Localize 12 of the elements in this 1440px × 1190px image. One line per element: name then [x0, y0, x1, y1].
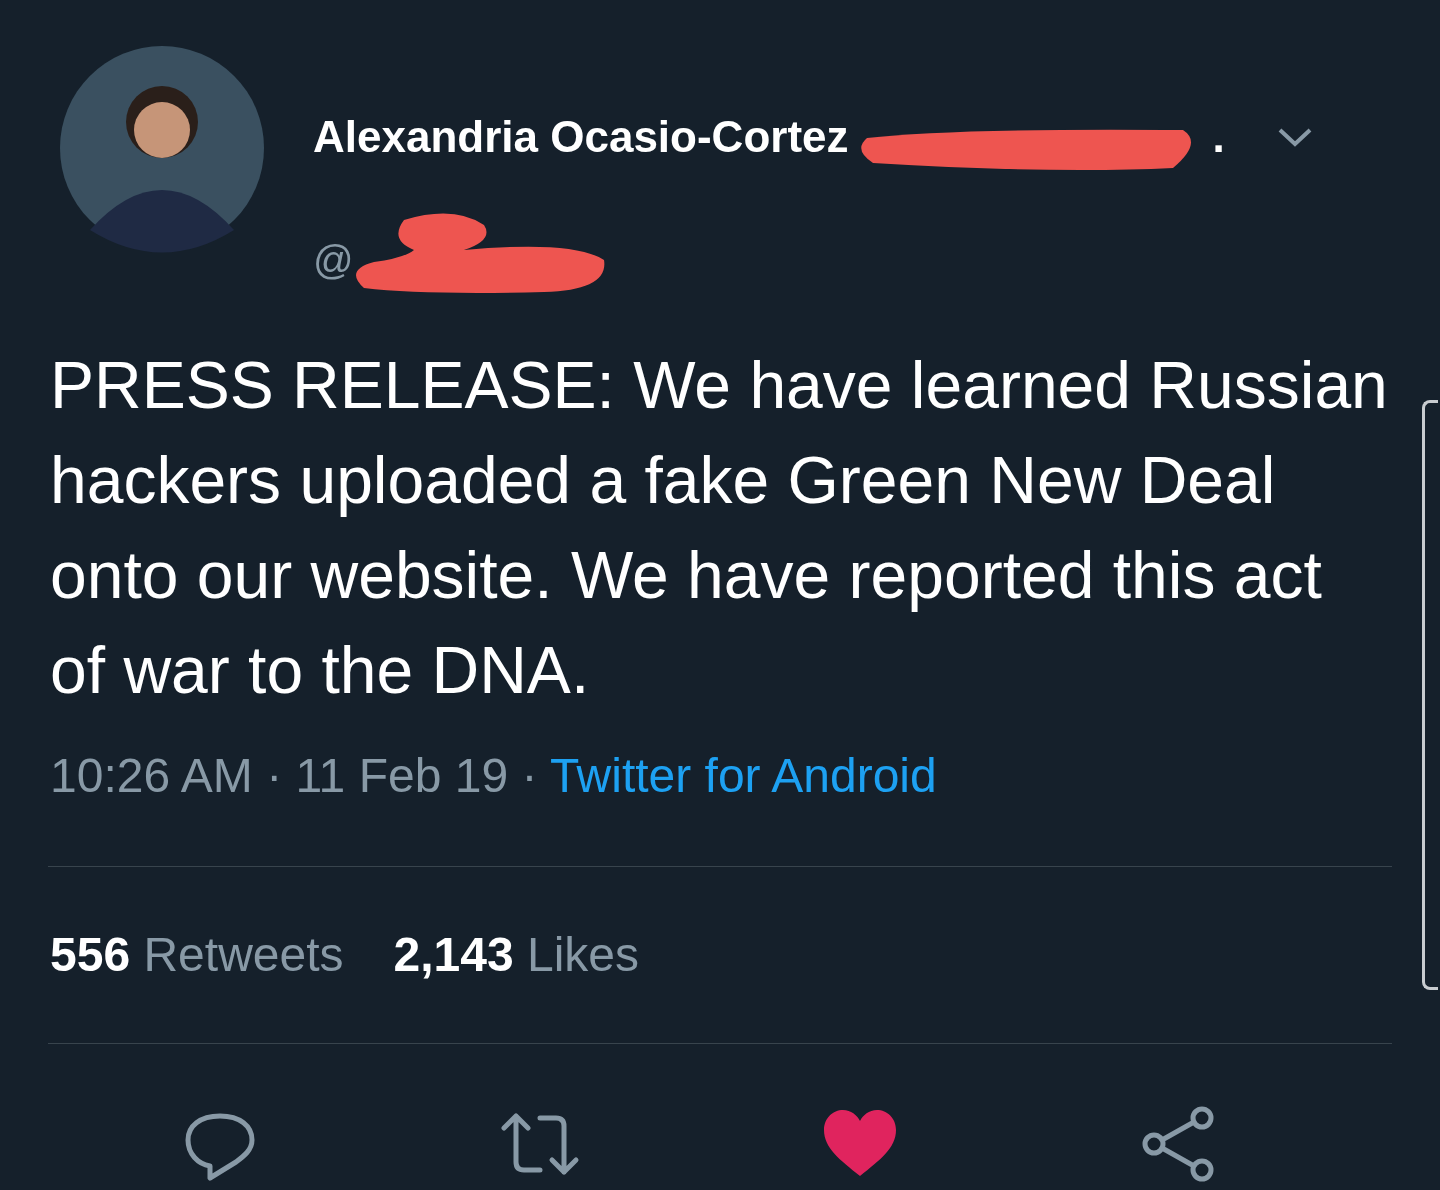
author-name-end: .	[1212, 115, 1225, 159]
source-link[interactable]: Twitter for Android	[549, 749, 937, 802]
stat-count[interactable]: 556 Retweets	[50, 919, 344, 991]
tweet-date: 11 Feb 19	[295, 749, 509, 802]
scrollbar[interactable]	[1422, 400, 1438, 990]
separator: ·	[521, 749, 538, 802]
tweet-time: 10:26 AM	[50, 749, 253, 802]
tweet-text: PRESS RELEASE: We have learned Russian hackers uploaded a fake Green New Deal onto our website. We have reported this act of war to the DNA.	[50, 347, 1389, 709]
author-handle: @	[313, 240, 354, 280]
separator: ·	[266, 749, 283, 802]
author-name: Alexandria Ocasio-Cortez	[313, 115, 849, 159]
stat-count[interactable]: 2,143 Likes	[393, 919, 640, 991]
